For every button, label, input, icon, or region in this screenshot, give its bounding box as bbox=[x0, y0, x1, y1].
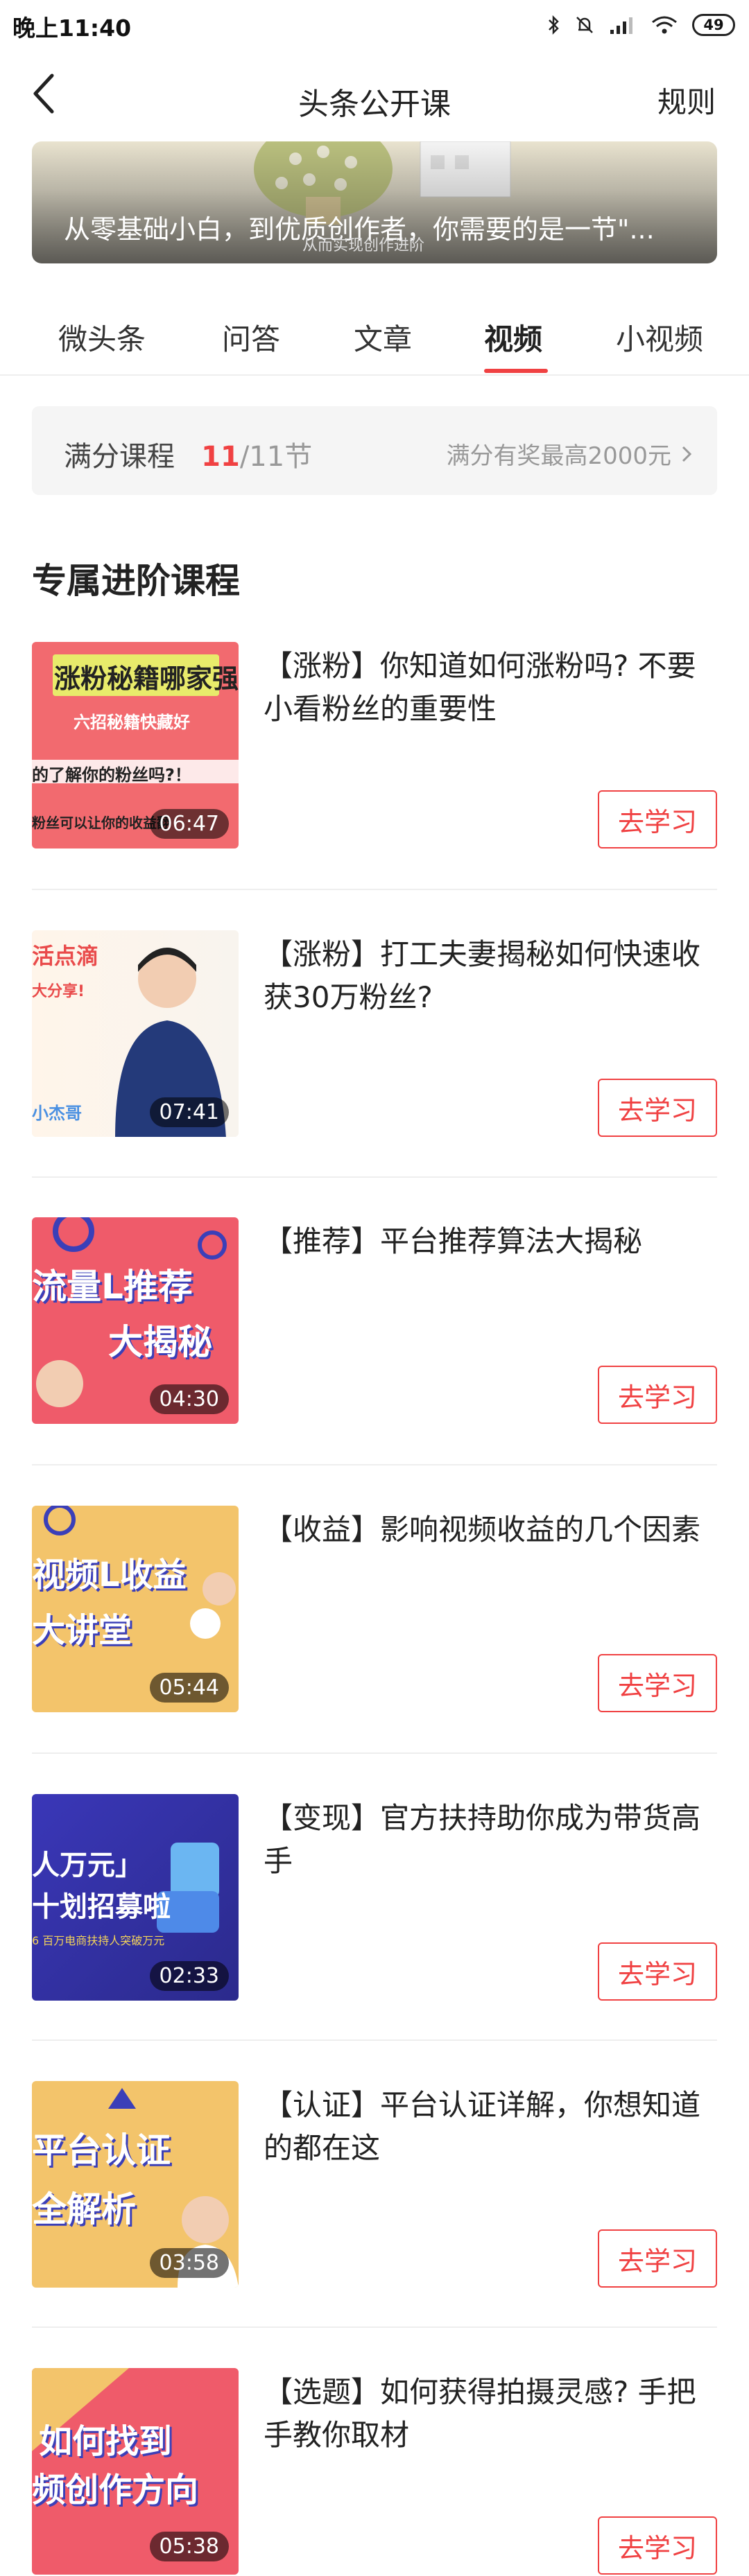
page-title: 头条公开课 bbox=[298, 87, 451, 122]
row-divider bbox=[32, 1176, 717, 1178]
study-button[interactable]: 去学习 bbox=[598, 1942, 717, 2001]
thumbnail-text: 大揭秘 bbox=[108, 1322, 212, 1362]
battery-indicator: 49 bbox=[692, 14, 735, 36]
study-button[interactable]: 去学习 bbox=[598, 2229, 717, 2288]
study-button[interactable]: 去学习 bbox=[598, 2516, 717, 2575]
course-thumbnail: 视频L收益 大讲堂 05:44 bbox=[32, 1506, 239, 1712]
thumbnail-text: 大讲堂 bbox=[32, 1611, 132, 1650]
course-thumbnail: 涨粉秘籍哪家强 六招秘籍快藏好 的了解你的粉丝吗?！ 粉丝可以让你的收益翻 06… bbox=[32, 642, 239, 848]
course-thumbnail: 活点滴 大分享! 小杰哥 07:41 bbox=[32, 930, 239, 1137]
status-bar: 晚上11:40 49 bbox=[0, 0, 749, 51]
thumbnail-text: 视频L收益 bbox=[32, 1556, 187, 1594]
study-button[interactable]: 去学习 bbox=[598, 790, 717, 848]
course-item[interactable]: 流量L推荐 大揭秘 04:30 【推荐】平台推荐算法大揭秘 去学习 bbox=[32, 1217, 717, 1425]
row-divider bbox=[32, 1752, 717, 1754]
video-duration: 05:38 bbox=[149, 2532, 229, 2561]
video-duration: 07:41 bbox=[149, 1097, 229, 1127]
row-divider bbox=[32, 2326, 717, 2328]
score-summary: 满分课程 11/11节 bbox=[64, 434, 312, 474]
study-button[interactable]: 去学习 bbox=[598, 1079, 717, 1137]
score-reward-text: 满分有奖最高2000元 bbox=[446, 442, 671, 470]
score-done-count: 11 bbox=[201, 441, 240, 473]
course-title: 【推荐】平台推荐算法大揭秘 bbox=[264, 1224, 643, 1258]
score-total-count: /11节 bbox=[239, 441, 313, 473]
row-divider bbox=[32, 889, 717, 890]
thumbnail-text: 人万元」 bbox=[32, 1850, 143, 1881]
study-button[interactable]: 去学习 bbox=[598, 1654, 717, 1712]
tab-qa[interactable]: 问答 bbox=[222, 316, 280, 358]
tab-weitoutiao[interactable]: 微头条 bbox=[58, 316, 146, 358]
course-title: 【变现】官方扶持助你成为带货高手 bbox=[264, 1801, 701, 1878]
tabs-divider bbox=[0, 374, 749, 376]
thumbnail-text: 频创作方向 bbox=[32, 2471, 199, 2509]
section-title: 专属进阶课程 bbox=[32, 561, 240, 601]
top-navigation-bar: 头条公开课 规则 bbox=[0, 51, 749, 141]
course-thumbnail: 如何找到 频创作方向 05:38 bbox=[32, 2368, 239, 2575]
thumbnail-text: 流量L推荐 bbox=[32, 1267, 193, 1307]
score-label: 满分课程 bbox=[64, 441, 175, 473]
course-thumbnail: 人万元」 十划招募啦 6 百万电商扶持人突破万元 02:33 bbox=[32, 1794, 239, 2001]
course-title: 【认证】平台认证详解，你想知道的都在这 bbox=[264, 2088, 701, 2165]
video-duration: 02:33 bbox=[149, 1961, 229, 1991]
rules-link[interactable]: 规则 bbox=[657, 79, 716, 121]
score-reward-link[interactable]: 满分有奖最高2000元 bbox=[446, 437, 692, 471]
course-item[interactable]: 涨粉秘籍哪家强 六招秘籍快藏好 的了解你的粉丝吗?！ 粉丝可以让你的收益翻 06… bbox=[32, 642, 717, 850]
thumbnail-text: 平台认证 bbox=[32, 2130, 171, 2170]
course-banner[interactable]: 从零基础小白，到优质创作者，你需要的是一节"... 从而实现创作进阶 bbox=[32, 141, 717, 263]
course-title: 【收益】影响视频收益的几个因素 bbox=[264, 1513, 701, 1547]
course-thumbnail: 流量L推荐 大揭秘 04:30 bbox=[32, 1217, 239, 1424]
thumbnail-text: 活点滴 bbox=[32, 943, 99, 969]
thumbnail-text: 六招秘籍快藏好 bbox=[74, 713, 190, 732]
tab-articles[interactable]: 文章 bbox=[354, 316, 412, 358]
course-item[interactable]: 如何找到 频创作方向 05:38 【选题】如何获得拍摄灵感? 手把手教你取材 去… bbox=[32, 2368, 717, 2576]
tab-video[interactable]: 视频 bbox=[484, 316, 542, 358]
course-title: 【选题】如何获得拍摄灵感? 手把手教你取材 bbox=[264, 2375, 696, 2452]
thumbnail-text: 小杰哥 bbox=[32, 1104, 82, 1123]
course-title: 【涨粉】打工夫妻揭秘如何快速收获30万粉丝? bbox=[264, 937, 701, 1014]
active-tab-indicator bbox=[484, 369, 548, 373]
score-card[interactable]: 满分课程 11/11节 满分有奖最高2000元 bbox=[32, 406, 717, 495]
thumbnail-text: 大分享! bbox=[32, 983, 85, 1000]
chevron-right-icon bbox=[682, 446, 692, 462]
video-duration: 04:30 bbox=[149, 1384, 229, 1414]
category-tabs: 微头条 问答 文章 视频 小视频 bbox=[0, 305, 749, 374]
thumbnail-text: 的了解你的粉丝吗?！ bbox=[32, 765, 191, 785]
row-divider bbox=[32, 1464, 717, 1465]
video-duration: 06:47 bbox=[149, 809, 229, 839]
video-duration: 05:44 bbox=[149, 1673, 229, 1703]
thumbnail-text: 十划招募啦 bbox=[32, 1891, 171, 1923]
mute-icon bbox=[576, 17, 593, 33]
course-item[interactable]: 平台认证 全解析 03:58 【认证】平台认证详解，你想知道的都在这 去学习 bbox=[32, 2081, 717, 2289]
thumbnail-text: 如何找到 bbox=[39, 2422, 173, 2461]
course-item[interactable]: 视频L收益 大讲堂 05:44 【收益】影响视频收益的几个因素 去学习 bbox=[32, 1506, 717, 1714]
tab-short-video[interactable]: 小视频 bbox=[616, 316, 703, 358]
row-divider bbox=[32, 2039, 717, 2041]
course-item[interactable]: 人万元」 十划招募啦 6 百万电商扶持人突破万元 02:33 【变现】官方扶持助… bbox=[32, 1794, 717, 2002]
thumbnail-text: 6 百万电商扶持人突破万元 bbox=[32, 1934, 165, 1947]
course-title: 【涨粉】你知道如何涨粉吗? 不要小看粉丝的重要性 bbox=[264, 649, 696, 726]
course-thumbnail: 平台认证 全解析 03:58 bbox=[32, 2081, 239, 2288]
banner-subcaption: 从而实现创作进阶 bbox=[302, 237, 425, 254]
status-icons: 49 bbox=[546, 8, 735, 42]
video-duration: 03:58 bbox=[149, 2248, 229, 2278]
bluetooth-icon bbox=[549, 15, 559, 35]
course-item[interactable]: 活点滴 大分享! 小杰哥 07:41 【涨粉】打工夫妻揭秘如何快速收获30万粉丝… bbox=[32, 930, 717, 1138]
signal-icon bbox=[610, 17, 632, 34]
status-time: 晚上11:40 bbox=[12, 15, 132, 42]
wifi-icon bbox=[652, 16, 677, 34]
study-button[interactable]: 去学习 bbox=[598, 1366, 717, 1424]
thumbnail-text: 全解析 bbox=[32, 2189, 136, 2229]
thumbnail-text: 涨粉秘籍哪家强 bbox=[54, 663, 239, 694]
